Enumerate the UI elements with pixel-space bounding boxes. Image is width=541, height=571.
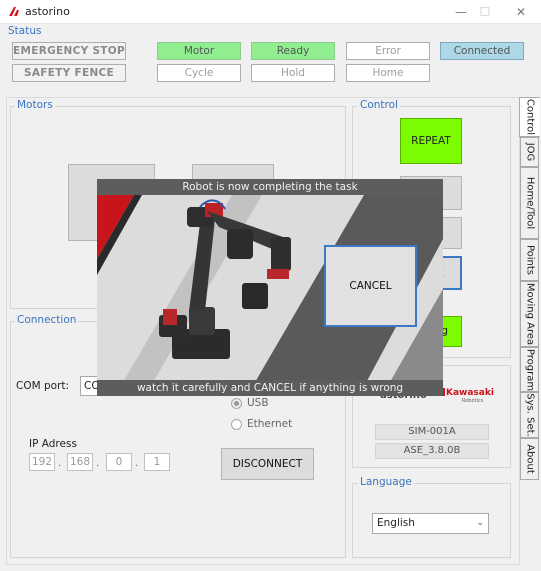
robotics-text: Robotics <box>462 398 484 404</box>
connected-indicator: Connected <box>440 42 524 60</box>
minimize-icon[interactable]: — <box>450 3 472 21</box>
ethernet-radio[interactable] <box>231 419 242 430</box>
ip-octet-2[interactable]: 168 <box>67 453 93 471</box>
tab-about[interactable]: About <box>520 438 539 480</box>
tab-points-label: Points <box>524 244 535 276</box>
error-indicator: Error <box>346 42 430 60</box>
tab-sys-set[interactable]: Sys. Set. <box>520 392 539 438</box>
ip-dot-2: . <box>96 458 100 469</box>
dialog-top-message: Robot is now completing the task <box>97 179 443 195</box>
control-group-label: Control <box>358 99 400 111</box>
tab-sys-set-label: Sys. Set. <box>524 393 535 437</box>
ethernet-label: Ethernet <box>247 418 293 430</box>
hold-indicator: Hold <box>251 64 335 82</box>
ip-octet-4[interactable]: 1 <box>144 453 170 471</box>
tab-jog[interactable]: JOG <box>520 137 539 167</box>
ip-dot-3: . <box>135 458 139 469</box>
tab-about-label: About <box>524 444 535 474</box>
home-indicator: Home <box>346 64 430 82</box>
cycle-indicator: Cycle <box>157 64 241 82</box>
ready-indicator: Ready <box>251 42 335 60</box>
usb-label: USB <box>247 397 269 409</box>
disconnect-button[interactable]: DISCONNECT <box>221 448 314 480</box>
tab-program-label: Program <box>524 348 535 391</box>
ip-octet-1[interactable]: 192 <box>29 453 55 471</box>
chevron-down-icon: ⌄ <box>476 518 484 528</box>
tab-moving-area[interactable]: Moving Area <box>520 281 539 347</box>
tab-home-tool[interactable]: Home/Tool <box>520 167 539 239</box>
motor-indicator: Motor <box>157 42 241 60</box>
astorino-logo-icon <box>9 7 19 16</box>
repeat-button[interactable]: REPEAT <box>400 118 462 164</box>
title-bar: astorino — ☐ ✕ <box>0 0 541 24</box>
language-select[interactable]: English ⌄ <box>372 513 489 534</box>
robot-running-dialog: Robot is now completing the task CANCEL … <box>97 179 443 396</box>
language-select-value: English <box>377 517 415 529</box>
cancel-button[interactable]: CANCEL <box>324 245 417 327</box>
language-group-label: Language <box>358 476 414 488</box>
ip-address-label: IP Adress <box>29 438 77 450</box>
close-icon[interactable]: ✕ <box>510 3 532 21</box>
connection-group-label: Connection <box>15 314 79 326</box>
tab-jog-label: JOG <box>524 142 535 162</box>
ip-dot-1: . <box>58 458 62 469</box>
tab-control-label: Control <box>524 98 536 136</box>
com-port-label: COM port: <box>16 380 70 392</box>
model-display: SIM-001A <box>375 424 489 440</box>
status-group-label: Status <box>8 25 42 37</box>
motors-group-label: Motors <box>15 99 55 111</box>
ip-octet-3[interactable]: 0 <box>106 453 132 471</box>
emergency-stop-button[interactable]: EMERGENCY STOP <box>12 42 126 60</box>
tab-points[interactable]: Points <box>520 239 539 281</box>
tab-home-tool-label: Home/Tool <box>524 176 535 230</box>
tab-control[interactable]: Control <box>519 97 540 137</box>
window-title: astorino <box>25 5 70 18</box>
maximize-icon[interactable]: ☐ <box>474 3 496 21</box>
kawasaki-brand-text: Kawasaki <box>446 388 494 398</box>
tab-program[interactable]: Program <box>520 347 539 392</box>
tab-moving-area-label: Moving Area <box>524 282 535 346</box>
repeat-button-label: REPEAT <box>411 135 451 147</box>
dialog-bottom-message: watch it carefully and CANCEL if anythin… <box>97 380 443 396</box>
safety-fence-button[interactable]: SAFETY FENCE <box>12 64 126 82</box>
usb-radio-dot <box>234 401 239 406</box>
version-display: ASE_3.8.0B <box>375 443 489 459</box>
